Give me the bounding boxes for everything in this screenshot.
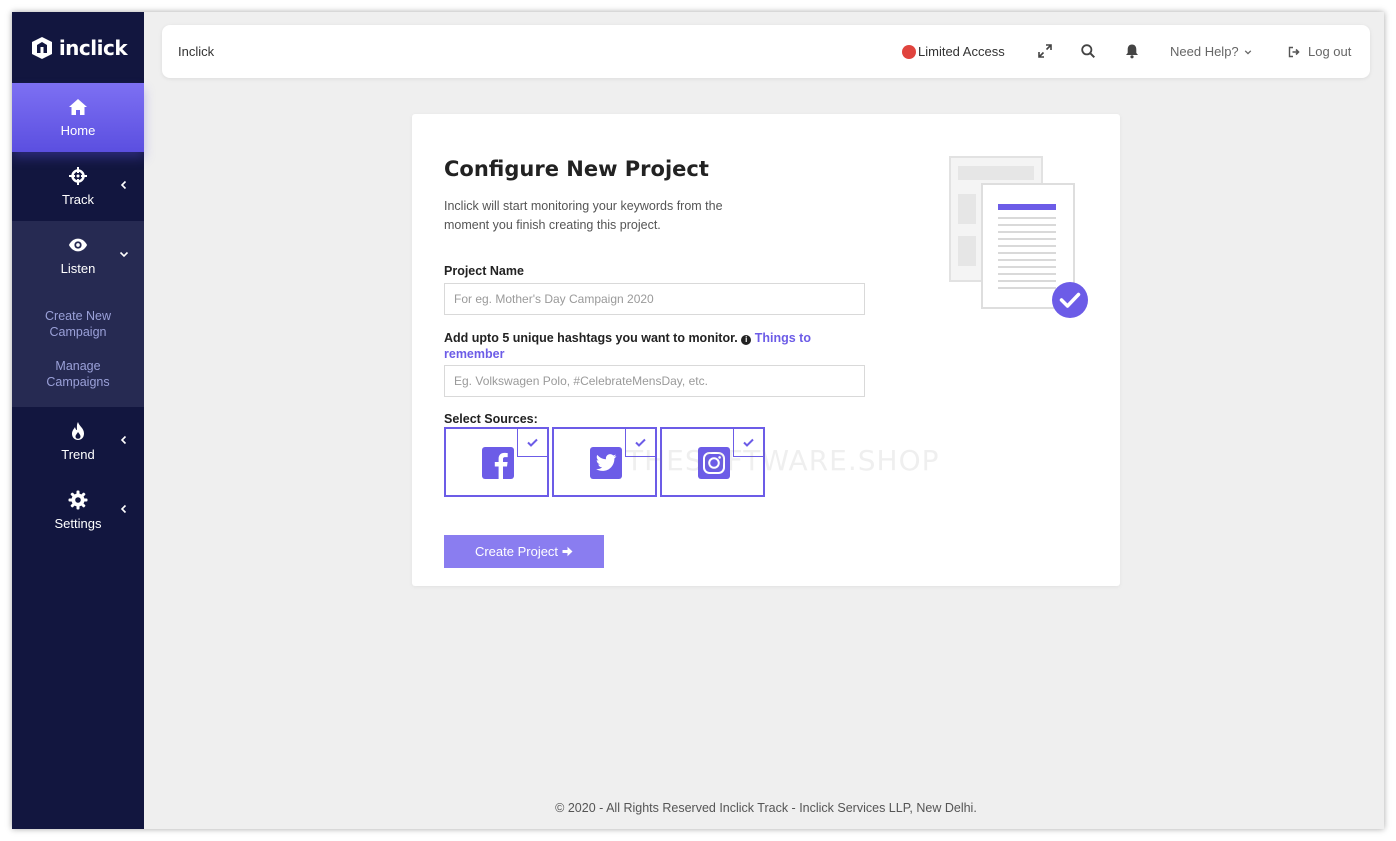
fire-icon	[68, 421, 88, 441]
home-icon	[68, 97, 88, 117]
inclick-logo-icon	[31, 36, 52, 59]
need-help-dropdown[interactable]: Need Help?	[1170, 44, 1252, 59]
configure-project-card: Configure New Project Inclick will start…	[412, 114, 1120, 586]
checkmark-icon	[733, 427, 765, 457]
brand-logo[interactable]: inclick	[12, 12, 144, 83]
documents-illustration	[949, 156, 1088, 318]
hashtags-label-row: Add upto 5 unique hashtags you want to m…	[444, 330, 844, 362]
checkmark-icon	[625, 427, 657, 457]
expand-icon[interactable]	[1037, 43, 1053, 59]
sidebar-item-settings[interactable]: Settings	[12, 476, 144, 545]
facebook-icon	[482, 447, 514, 479]
chevron-left-icon	[120, 504, 127, 514]
logout-button[interactable]: Log out	[1288, 44, 1351, 59]
sidebar-item-label: Settings	[54, 516, 102, 531]
page-title: Configure New Project	[444, 157, 709, 181]
sidebar-item-label: Track	[61, 192, 95, 207]
limited-access-label: Limited Access	[918, 44, 1005, 59]
chevron-left-icon	[120, 180, 127, 190]
status-dot-icon	[902, 44, 916, 59]
logout-label: Log out	[1308, 44, 1352, 59]
select-sources-label: Select Sources:	[444, 412, 538, 426]
chevron-down-icon	[1245, 50, 1252, 55]
eye-icon	[68, 235, 88, 255]
sidebar: inclick Home Track Listen Create New Cam…	[12, 12, 144, 829]
source-instagram[interactable]	[660, 427, 765, 497]
instagram-icon	[698, 447, 730, 479]
app-window: inclick Home Track Listen Create New Cam…	[12, 12, 1384, 829]
need-help-label: Need Help?	[1170, 44, 1239, 59]
checkmark-icon	[517, 427, 549, 457]
info-icon: i	[741, 335, 752, 345]
hashtags-input[interactable]	[444, 365, 865, 397]
sidebar-item-home[interactable]: Home	[12, 83, 144, 152]
header-title: Inclick	[178, 44, 215, 59]
twitter-icon	[590, 447, 622, 479]
submenu-create-new-campaign[interactable]: Create New Campaign	[12, 308, 144, 340]
source-twitter[interactable]	[552, 427, 657, 497]
sidebar-item-trend[interactable]: Trend	[12, 407, 144, 476]
listen-submenu: Create New Campaign Manage Campaigns	[12, 290, 144, 407]
hashtags-label: Add upto 5 unique hashtags you want to m…	[444, 331, 738, 345]
sign-out-icon	[1288, 46, 1300, 57]
chevron-down-icon	[119, 251, 129, 258]
chevron-left-icon	[120, 435, 127, 445]
crosshair-icon	[68, 166, 88, 186]
project-name-label: Project Name	[444, 264, 524, 278]
sidebar-item-label: Listen	[60, 261, 96, 276]
top-header: Inclick Limited Access Need Help? Log ou…	[162, 25, 1370, 78]
search-icon[interactable]	[1080, 43, 1096, 59]
page-footer: © 2020 - All Rights Reserved Inclick Tra…	[555, 801, 977, 815]
page-description: Inclick will start monitoring your keywo…	[444, 199, 723, 232]
gear-icon	[68, 490, 88, 510]
project-name-input[interactable]	[444, 283, 865, 315]
brand-name: inclick	[58, 35, 128, 60]
sidebar-item-listen[interactable]: Listen	[12, 221, 144, 290]
sidebar-item-label: Home	[60, 123, 96, 138]
limited-access-status[interactable]: Limited Access	[902, 44, 1005, 59]
create-project-button[interactable]: Create Project	[444, 535, 604, 568]
bell-icon[interactable]	[1124, 43, 1140, 59]
sidebar-item-label: Trend	[61, 447, 95, 462]
sidebar-item-track[interactable]: Track	[12, 152, 144, 221]
source-facebook[interactable]	[444, 427, 549, 497]
create-project-label: Create Project	[474, 544, 559, 559]
submenu-manage-campaigns[interactable]: Manage Campaigns	[12, 358, 144, 390]
arrow-right-icon	[562, 546, 573, 557]
